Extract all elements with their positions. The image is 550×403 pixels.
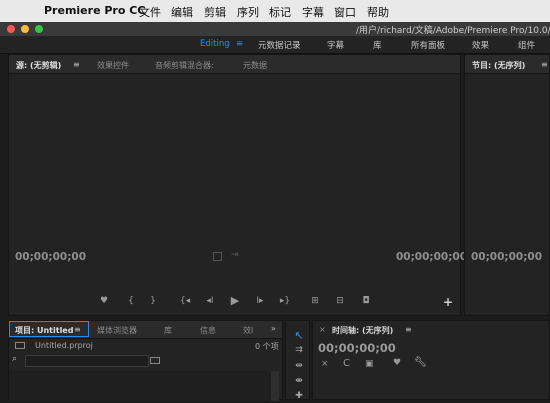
tools-panel: ↖ ⇉ ⇹ ⇼ ✚ [285,320,310,403]
ripple-edit-tool-icon[interactable]: ⇹ [292,361,306,373]
project-item-count: 0 个项 [255,342,279,351]
project-file-name: Untitled.prproj [35,341,93,350]
panel-overflow-icon[interactable]: » [271,324,276,333]
linked-selection-icon[interactable]: ▣ [365,359,374,369]
workspace-editing[interactable]: Editing [200,39,230,49]
overwrite-icon[interactable]: ⊟ [332,296,348,306]
track-select-tool-icon[interactable]: ⇉ [292,345,306,357]
menu-edit[interactable]: 编辑 [171,4,193,20]
menu-window[interactable]: 窗口 [334,4,356,20]
workspace-effects[interactable]: 效果 [472,39,489,51]
source-panel-menu-icon[interactable]: ≡ [73,60,80,69]
workspace-menu-icon[interactable]: ≡ [236,39,243,49]
wrench-icon[interactable]: 🔧︎ [414,357,427,368]
close-window-button[interactable] [7,25,15,33]
go-to-out-icon[interactable]: ▸} [277,296,293,306]
project-tab-row: 项目: Untitled ≡ 媒体浏览器 库 信息 效l » [9,321,282,339]
film-icon [213,252,222,261]
tab-source[interactable]: 源: (无剪辑) [16,60,61,71]
nest-sequence-icon[interactable]: ⨯ [321,359,329,369]
workspace-libraries[interactable]: 库 [373,39,382,51]
mark-out-icon[interactable]: } [145,296,161,306]
project-panel: 项目: Untitled ≡ 媒体浏览器 库 信息 效l » Untitled.… [8,320,283,401]
window-title-path: /用户/richard/文稿/Adobe/Premiere Pro/10.0/U… [356,26,550,36]
tab-info[interactable]: 信息 [200,325,216,336]
menu-marker[interactable]: 标记 [269,4,291,20]
workspace-metadata-logging[interactable]: 元数据记录 [258,39,301,51]
play-icon[interactable]: ▶ [227,294,243,307]
search-icon: ⌕ [12,354,18,364]
selection-tool-icon[interactable]: ↖ [292,329,306,342]
project-search-input[interactable] [25,355,149,367]
timeline-panel: × 时间轴: (无序列) ≡ 00;00;00;00 ⨯ C ▣ ♥ 🔧︎ [312,320,550,400]
window-title-bar: /用户/richard/文稿/Adobe/Premiere Pro/10.0/U… [0,22,550,36]
mark-in-icon[interactable]: { [123,296,139,306]
go-to-in-icon[interactable]: {◂ [177,296,193,306]
marker-icon[interactable]: ♥ [96,296,112,306]
insert-icon[interactable]: ⊞ [307,296,323,306]
workspace-titles[interactable]: 字幕 [327,39,344,51]
razor-tool-icon[interactable]: ✚ [292,391,306,403]
new-bin-folder-icon[interactable] [150,357,160,364]
tab-media-browser[interactable]: 媒体浏览器 [97,325,137,336]
source-tab-row: 源: (无剪辑) ≡ 效果控件 音频剪辑混合器: 元数据 [9,55,460,74]
step-forward-icon[interactable]: I▸ [252,296,268,306]
project-panel-menu-icon[interactable]: ≡ [74,325,81,334]
source-duration-timecode: 00;00;00;00 [396,251,468,263]
program-monitor-panel: 节目: (无序列) ≡ 00;00;00;00 [464,54,550,316]
drag-audio-icon: ⇥ [231,250,239,260]
snap-icon[interactable]: C [343,358,350,369]
tab-effects[interactable]: 效l [243,325,253,336]
program-tab-row: 节目: (无序列) ≡ [465,55,549,74]
timeline-panel-menu-icon[interactable]: ≡ [405,325,412,334]
workspace-assembly[interactable]: 组件 [518,39,535,51]
timeline-timecode[interactable]: 00;00;00;00 [318,341,396,355]
program-panel-menu-icon[interactable]: ≡ [541,60,548,69]
tab-libraries[interactable]: 库 [164,325,172,336]
button-editor-add-icon[interactable]: + [443,295,453,309]
program-current-timecode[interactable]: 00;00;00;00 [471,251,542,263]
menu-sequence[interactable]: 序列 [237,4,259,20]
zoom-window-button[interactable] [35,25,43,33]
export-frame-icon[interactable]: ◘ [358,296,374,306]
menu-clip[interactable]: 剪辑 [204,4,226,20]
step-back-icon[interactable]: ◂I [202,296,218,306]
add-marker-icon[interactable]: ♥ [393,358,401,368]
menu-bar: Premiere Pro CC 文件 编辑 剪辑 序列 标记 字幕 窗口 帮助 [0,0,550,22]
rate-stretch-tool-icon[interactable]: ⇼ [292,376,306,388]
close-panel-icon[interactable]: × [319,325,326,334]
project-items-list [9,371,271,401]
tab-metadata[interactable]: 元数据 [243,60,267,71]
tab-audio-clip-mixer[interactable]: 音频剪辑混合器: [155,60,214,71]
minimize-window-button[interactable] [21,25,29,33]
menu-file[interactable]: 文件 [139,4,161,20]
menu-help[interactable]: 帮助 [367,4,389,20]
workspace-all-panels[interactable]: 所有面板 [411,39,445,51]
menu-title[interactable]: 字幕 [302,4,324,20]
project-scrollbar[interactable] [271,371,279,401]
tab-effect-controls[interactable]: 效果控件 [97,60,129,71]
workspace-bar: Editing ≡ 元数据记录 字幕 库 所有面板 效果 组件 [0,36,550,54]
source-current-timecode[interactable]: 00;00;00;00 [15,251,86,263]
tab-timeline[interactable]: 时间轴: (无序列) [332,325,393,336]
tab-project[interactable]: 项目: Untitled [15,325,73,336]
folder-icon [15,342,25,349]
source-monitor-panel: 源: (无剪辑) ≡ 效果控件 音频剪辑混合器: 元数据 00;00;00;00… [8,54,467,316]
tab-program[interactable]: 节目: (无序列) [472,60,525,71]
app-menu[interactable]: Premiere Pro CC [44,4,145,17]
